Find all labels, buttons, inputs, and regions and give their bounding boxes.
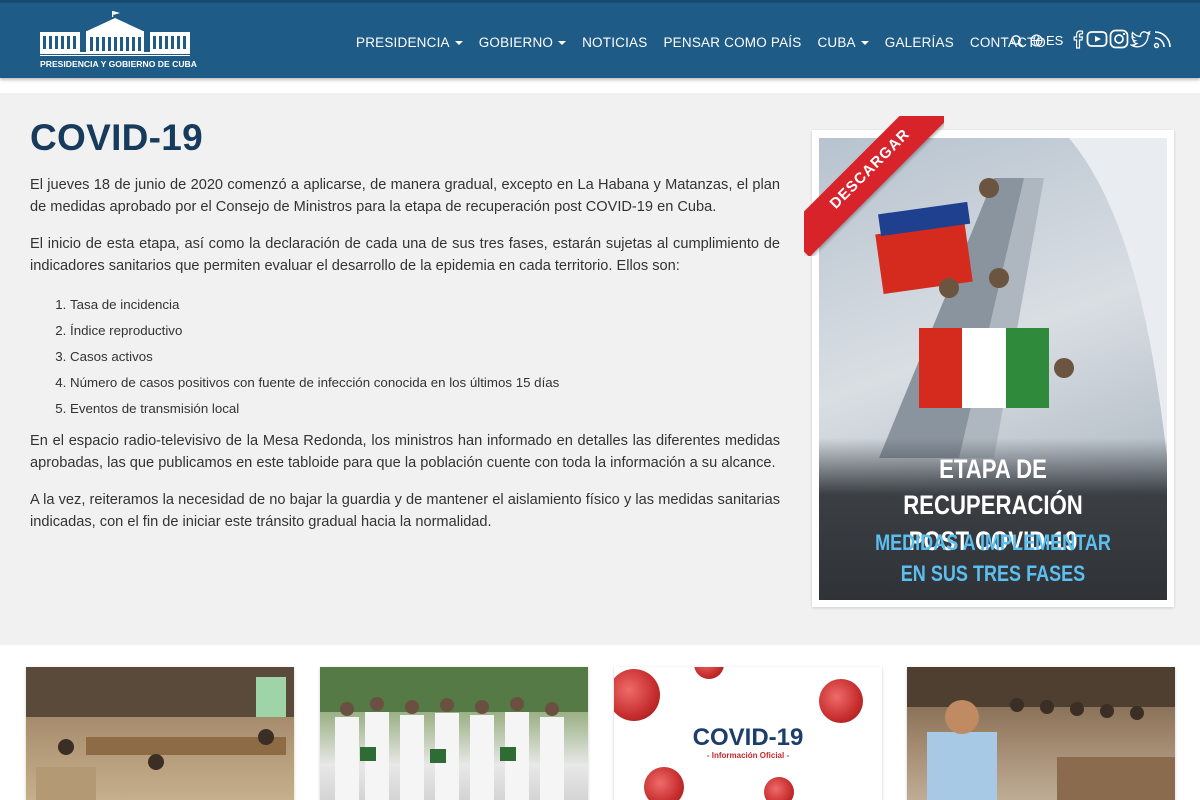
covid-info-card[interactable]: COVID-19 - Información Oficial - bbox=[614, 667, 882, 800]
nav-presidencia-label: PRESIDENCIA bbox=[356, 34, 450, 50]
covid-card-subtitle: - Información Oficial - bbox=[706, 751, 790, 760]
ribbon-band: DESCARGAR bbox=[804, 116, 944, 256]
virus-icon bbox=[694, 667, 724, 679]
nav-galerias-label: GALERÍAS bbox=[884, 34, 954, 50]
nav-pensar-label: PENSAR COMO PAÍS bbox=[663, 34, 802, 50]
news-card-thumbnail[interactable] bbox=[26, 667, 294, 800]
banner-title-line1: ETAPA DE RECUPERACIÓN bbox=[903, 454, 1083, 520]
covid-card-title: COVID-19 bbox=[692, 724, 804, 751]
nav-pensar-como-pais[interactable]: PENSAR COMO PAÍS bbox=[663, 35, 801, 50]
banner-subtitle-line1: MEDIDAS A IMPLEMENTAR bbox=[875, 530, 1111, 555]
chevron-down-icon bbox=[454, 40, 463, 45]
council-photo bbox=[907, 667, 1175, 800]
instagram-icon[interactable] bbox=[1108, 28, 1130, 50]
nav-presidencia[interactable]: PRESIDENCIA bbox=[356, 35, 463, 50]
banner-subtitle-line2: EN SUS TRES FASES bbox=[900, 561, 1086, 586]
news-cards: COVID-19 - Información Oficial - bbox=[0, 645, 1200, 800]
article-paragraph: A la vez, reiteramos la necesidad de no … bbox=[30, 492, 780, 530]
rss-icon[interactable] bbox=[1152, 28, 1174, 50]
nav-noticias-label: NOTICIAS bbox=[582, 34, 648, 50]
nav-cuba[interactable]: CUBA bbox=[817, 34, 869, 50]
nav-gobierno-label: GOBIERNO bbox=[478, 34, 554, 50]
nav-gobierno[interactable]: GOBIERNO bbox=[478, 34, 567, 50]
news-card-thumbnail[interactable] bbox=[320, 667, 588, 800]
meeting-photo bbox=[26, 667, 294, 800]
list-item: Tasa de incidencia bbox=[70, 292, 780, 318]
virus-icon bbox=[819, 679, 863, 723]
nav-noticias[interactable]: NOTICIAS bbox=[582, 35, 647, 50]
article-body: El jueves 18 de junio de 2020 comenzó a … bbox=[30, 174, 780, 548]
language-selector[interactable]: ES bbox=[1030, 33, 1063, 48]
chevron-down-icon bbox=[860, 40, 869, 45]
indicator-list: Tasa de incidencia Índice reproductivo C… bbox=[70, 292, 780, 422]
ribbon-label: DESCARGAR bbox=[826, 125, 914, 213]
list-item: Casos activos bbox=[70, 344, 780, 370]
page-title: COVID-19 bbox=[30, 117, 204, 158]
doctors-photo bbox=[320, 667, 588, 800]
news-card-thumbnail[interactable] bbox=[907, 667, 1175, 800]
main-nav: PRESIDENCIA GOBIERNO NOTICIAS PENSAR COM… bbox=[356, 33, 1062, 51]
article-section: COVID-19 El jueves 18 de junio de 2020 c… bbox=[0, 93, 1200, 645]
virus-icon bbox=[764, 777, 794, 800]
virus-icon bbox=[644, 767, 684, 800]
globe-icon bbox=[1030, 34, 1043, 47]
nav-cuba-label: CUBA bbox=[817, 34, 856, 50]
article-paragraph: En el espacio radio-televisivo de la Mes… bbox=[30, 433, 780, 471]
virus-icon bbox=[614, 669, 660, 721]
twitter-icon[interactable] bbox=[1130, 28, 1152, 50]
list-item: Índice reproductivo bbox=[70, 318, 780, 344]
list-item: Número de casos positivos con fuente de … bbox=[70, 370, 780, 396]
download-ribbon[interactable]: DESCARGAR bbox=[804, 116, 944, 256]
youtube-icon[interactable] bbox=[1086, 28, 1108, 50]
site-header: PRESIDENCIA Y GOBIERNO DE CUBA PRESIDENC… bbox=[0, 0, 1200, 78]
article-paragraph: El jueves 18 de junio de 2020 comenzó a … bbox=[30, 177, 780, 215]
list-item: Eventos de transmisión local bbox=[70, 396, 780, 422]
nav-galerias[interactable]: GALERÍAS bbox=[885, 35, 954, 50]
search-icon[interactable] bbox=[1010, 34, 1024, 48]
article-paragraph: El inicio de esta etapa, así como la dec… bbox=[30, 236, 780, 274]
language-label: ES bbox=[1046, 33, 1064, 48]
download-banner[interactable]: ETAPA DE RECUPERACIÓN POST COVID-19 MEDI… bbox=[804, 116, 1174, 607]
site-name: PRESIDENCIA Y GOBIERNO DE CUBA bbox=[40, 59, 197, 69]
chevron-down-icon bbox=[558, 40, 567, 45]
banner-subtitle: MEDIDAS A IMPLEMENTAR EN SUS TRES FASES bbox=[850, 527, 1135, 589]
